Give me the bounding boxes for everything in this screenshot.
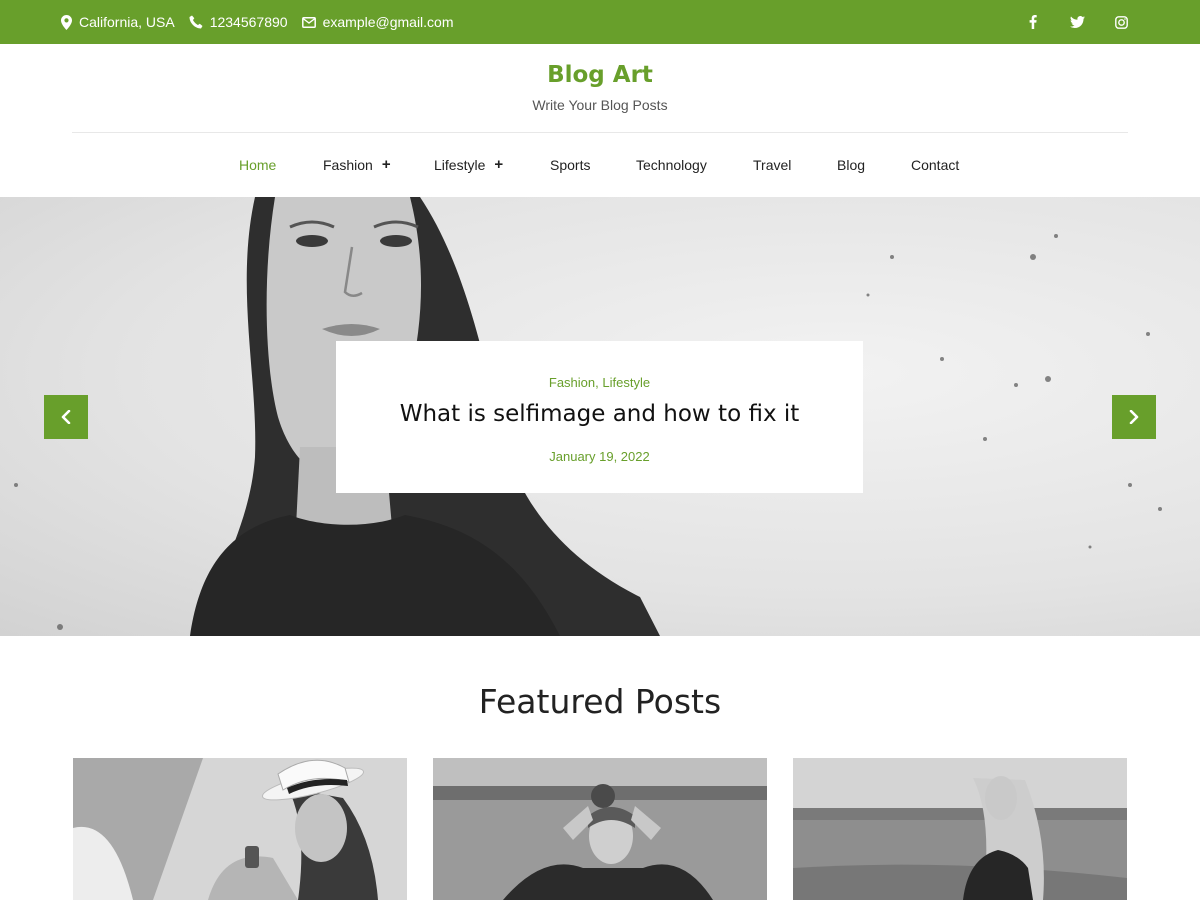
instagram-icon — [1114, 15, 1128, 29]
category-link-fashion[interactable]: Fashion — [549, 375, 595, 390]
hero-post-card: Fashion, Lifestyle What is selfimage and… — [336, 341, 863, 493]
nav-item-label: Technology — [636, 157, 707, 173]
twitter-link[interactable] — [1067, 12, 1087, 32]
nav-item-sports[interactable]: Sports — [550, 157, 590, 173]
nav-item-travel[interactable]: Travel — [753, 157, 791, 173]
submenu-plus-icon[interactable]: + — [382, 157, 391, 172]
map-pin-icon — [61, 14, 72, 30]
top-bar: California, USA 1234567890 example@gmail… — [0, 0, 1200, 44]
featured-post-card[interactable] — [433, 758, 767, 900]
post-thumbnail — [433, 758, 767, 900]
category-link-lifestyle[interactable]: Lifestyle — [602, 375, 650, 390]
category-separator: , — [595, 375, 599, 390]
post-title[interactable]: What is selfimage and how to fix it — [336, 401, 863, 427]
chevron-right-icon — [1129, 410, 1139, 424]
post-thumbnail — [73, 758, 407, 900]
contact-info: California, USA 1234567890 example@gmail… — [61, 0, 468, 44]
slider-next-button[interactable] — [1112, 395, 1156, 439]
featured-post-card[interactable] — [793, 758, 1127, 900]
email-text[interactable]: example@gmail.com — [323, 14, 454, 30]
twitter-icon — [1069, 16, 1085, 28]
nav-item-label: Lifestyle — [434, 157, 486, 173]
phone-icon — [189, 15, 203, 29]
site-title[interactable]: Blog Art — [0, 62, 1200, 88]
nav-item-lifestyle[interactable]: Lifestyle + — [434, 157, 503, 173]
nav-item-contact[interactable]: Contact — [911, 157, 959, 173]
instagram-link[interactable] — [1111, 12, 1131, 32]
slider-prev-button[interactable] — [44, 395, 88, 439]
nav-item-label: Travel — [753, 157, 792, 173]
facebook-link[interactable] — [1023, 12, 1043, 32]
nav-item-blog[interactable]: Blog — [837, 157, 865, 173]
location-text: California, USA — [79, 14, 175, 30]
post-thumbnail — [793, 758, 1127, 900]
submenu-plus-icon[interactable]: + — [494, 157, 503, 172]
nav-item-label: Home — [239, 157, 277, 173]
hero-slider: Fashion, Lifestyle What is selfimage and… — [0, 197, 1200, 636]
featured-post-card[interactable] — [73, 758, 407, 900]
envelope-icon — [301, 16, 316, 28]
nav-item-label: Fashion — [323, 157, 373, 173]
phone-text[interactable]: 1234567890 — [210, 14, 288, 30]
site-tagline: Write Your Blog Posts — [532, 97, 668, 113]
featured-posts-heading: Featured Posts — [478, 682, 722, 721]
main-navigation: Home Fashion + Lifestyle + Sports Techno… — [0, 133, 1200, 197]
chevron-left-icon — [61, 410, 71, 424]
location-item: California, USA — [61, 14, 175, 30]
facebook-icon — [1029, 15, 1037, 29]
nav-item-home[interactable]: Home — [239, 157, 276, 173]
email-item[interactable]: example@gmail.com — [301, 14, 454, 30]
nav-item-label: Blog — [837, 157, 866, 173]
post-categories: Fashion, Lifestyle — [336, 375, 863, 390]
phone-item[interactable]: 1234567890 — [189, 14, 288, 30]
nav-item-technology[interactable]: Technology — [636, 157, 707, 173]
nav-item-fashion[interactable]: Fashion + — [323, 157, 391, 173]
post-date[interactable]: January 19, 2022 — [336, 449, 863, 464]
nav-item-label: Sports — [550, 157, 591, 173]
nav-item-label: Contact — [911, 157, 960, 173]
